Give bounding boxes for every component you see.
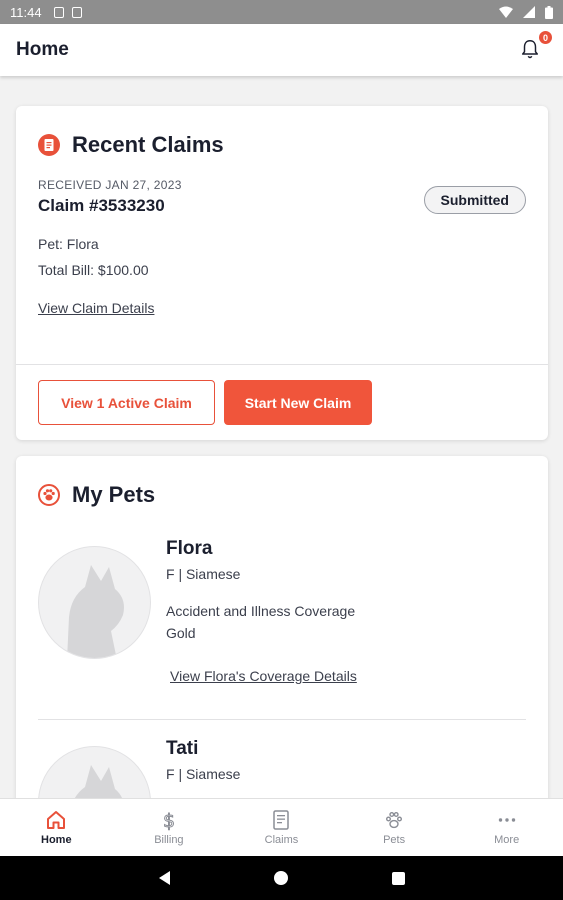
bell-icon: [521, 40, 539, 59]
claim-summary: RECEIVED JAN 27, 2023 Claim #3533230 Sub…: [16, 158, 548, 318]
start-new-claim-button[interactable]: Start New Claim: [224, 380, 372, 425]
claim-pet: Pet: Flora: [38, 236, 99, 252]
pet-name: Tati: [166, 738, 199, 759]
bottom-navigation: Home $ Billing Claims Pets More: [0, 798, 563, 856]
pet-info: Tati F | Siamese: [166, 738, 240, 782]
nav-more[interactable]: More: [450, 799, 563, 856]
recent-claims-header: Recent Claims: [16, 106, 548, 158]
pet-avatar: [38, 746, 151, 798]
home-content[interactable]: Recent Claims RECEIVED JAN 27, 2023 Clai…: [0, 78, 563, 798]
pet-meta: F | Siamese: [166, 766, 241, 782]
more-dots-icon: [498, 818, 515, 822]
nav-more-label: More: [494, 834, 520, 846]
my-pets-title: My Pets: [72, 482, 156, 507]
nav-home[interactable]: Home: [0, 799, 113, 856]
pet-name: Flora: [166, 538, 213, 559]
nav-claims[interactable]: Claims: [225, 799, 338, 856]
cat-silhouette-icon: [74, 765, 123, 798]
wifi-icon: [499, 6, 513, 18]
notification-badge: 0: [538, 30, 553, 45]
battery-icon: [545, 5, 553, 19]
svg-text:$: $: [163, 810, 175, 831]
divider: [16, 364, 548, 365]
nav-pets[interactable]: Pets: [338, 799, 451, 856]
signal-icon: [523, 6, 535, 18]
notifications-button[interactable]: 0: [519, 30, 553, 62]
pet-avatar: [38, 546, 151, 659]
view-coverage-details-link[interactable]: View Flora's Coverage Details: [170, 668, 357, 684]
my-pets-card: My Pets Flora F | Siamese Accident and I…: [16, 456, 548, 798]
status-bar: 11:44: [0, 0, 563, 24]
status-time: 11:44: [10, 4, 42, 20]
nav-billing-label: Billing: [154, 834, 184, 846]
document-icon: [273, 810, 290, 830]
recent-claims-card: Recent Claims RECEIVED JAN 27, 2023 Clai…: [16, 106, 548, 440]
pet-coverage-type: Accident and Illness Coverage: [166, 603, 356, 619]
home-icon: [47, 811, 66, 829]
nav-billing[interactable]: $ Billing: [113, 799, 226, 856]
pet-coverage: Accident and Illness Coverage Gold: [166, 600, 357, 644]
nav-home-label: Home: [41, 834, 72, 846]
home-circle-icon[interactable]: [273, 871, 288, 885]
storage-icon: [71, 6, 82, 18]
sd-card-icon: [53, 6, 64, 18]
back-icon[interactable]: [158, 871, 170, 885]
dollar-icon: $: [162, 810, 175, 832]
top-app-bar: Home 0: [0, 24, 563, 76]
cat-silhouette-icon: [67, 565, 124, 658]
nav-claims-label: Claims: [264, 834, 299, 846]
pet-card-tati[interactable]: Tati F | Siamese: [38, 738, 526, 798]
my-pets-header: My Pets: [16, 456, 548, 508]
paw-icon: [386, 812, 403, 829]
view-claim-details-link[interactable]: View Claim Details: [38, 300, 154, 316]
paw-icon: [38, 484, 60, 506]
claim-status-badge: Submitted: [423, 186, 526, 214]
claim-total-bill: Total Bill: $100.00: [38, 262, 149, 278]
claim-document-icon: [38, 134, 60, 156]
divider: [38, 719, 526, 720]
system-navigation-bar: [0, 856, 563, 900]
recent-claims-title: Recent Claims: [72, 132, 224, 157]
page-title: Home: [16, 39, 69, 60]
pet-plan: Gold: [166, 625, 196, 641]
pet-info: Flora F | Siamese Accident and Illness C…: [166, 538, 357, 686]
view-active-claim-button[interactable]: View 1 Active Claim: [38, 380, 215, 425]
pet-meta: F | Siamese: [166, 566, 241, 582]
recents-icon[interactable]: [391, 871, 405, 885]
pet-card-flora[interactable]: Flora F | Siamese Accident and Illness C…: [38, 538, 526, 708]
nav-pets-label: Pets: [383, 834, 406, 846]
